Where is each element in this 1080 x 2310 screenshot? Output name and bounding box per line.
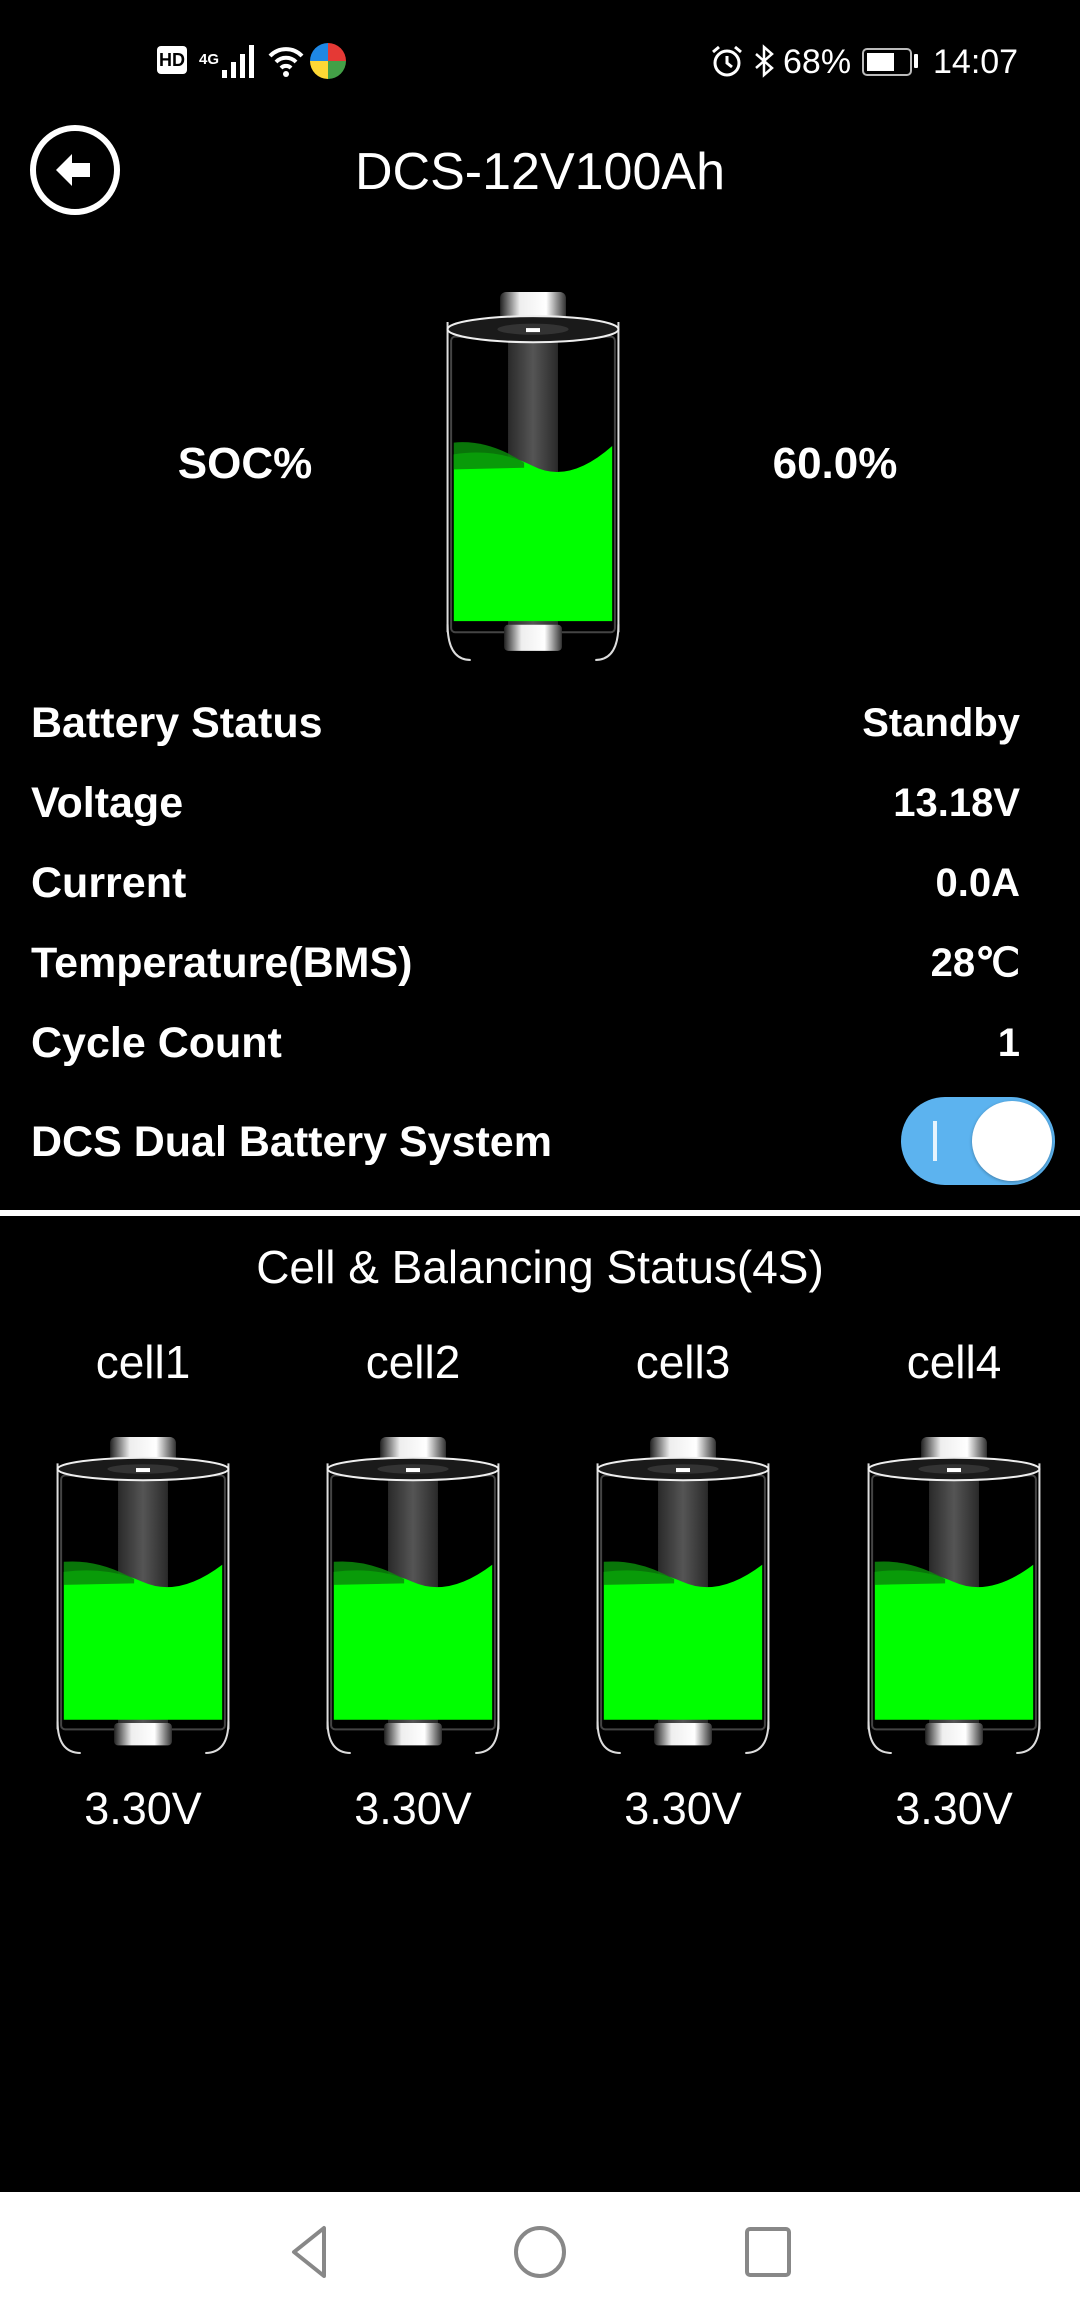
soc-battery-gauge bbox=[444, 290, 622, 662]
info-row-label: Current bbox=[31, 859, 187, 907]
soc-value: 60.0% bbox=[772, 439, 898, 488]
cell-battery-gauge bbox=[594, 1435, 772, 1755]
toggle-on-mark bbox=[933, 1121, 937, 1161]
battery-fill bbox=[603, 1564, 763, 1720]
battery-fill bbox=[874, 1564, 1034, 1720]
network-type-label: 4G bbox=[199, 51, 220, 68]
page-title: DCS-12V100Ah bbox=[355, 143, 725, 201]
cell-voltage: 3.30V bbox=[354, 1783, 472, 1834]
wifi-icon bbox=[268, 44, 304, 78]
clock: 14:07 bbox=[933, 43, 1019, 81]
cell-battery-gauge bbox=[324, 1435, 502, 1755]
home-circle-icon bbox=[514, 2226, 566, 2278]
info-row-value: 0.0A bbox=[935, 861, 1021, 905]
cells-section-title: Cell & Balancing Status(4S) bbox=[256, 1241, 824, 1293]
battery-graphic bbox=[56, 1437, 230, 1754]
battery-graphic bbox=[596, 1437, 770, 1754]
battery-fill bbox=[63, 1564, 223, 1720]
dual-battery-label: DCS Dual Battery System bbox=[31, 1118, 552, 1166]
battery-icon-tip bbox=[914, 54, 918, 68]
dual-battery-toggle[interactable] bbox=[901, 1097, 1055, 1185]
nav-recents-button[interactable] bbox=[738, 2222, 798, 2282]
hd-icon: HD bbox=[157, 46, 187, 74]
app-notification-icon bbox=[310, 43, 346, 79]
cell-battery-gauge bbox=[865, 1435, 1043, 1755]
info-row-label: Battery Status bbox=[31, 699, 323, 747]
cell-name: cell1 bbox=[95, 1336, 191, 1388]
section-divider bbox=[0, 1210, 1080, 1216]
battery-graphic bbox=[326, 1437, 500, 1754]
battery-icon bbox=[862, 48, 912, 76]
signal-icon bbox=[222, 44, 256, 78]
info-row-label: Voltage bbox=[31, 779, 184, 827]
alarm-icon bbox=[710, 44, 744, 78]
info-row-label: Temperature(BMS) bbox=[31, 939, 413, 987]
cell-voltage: 3.30V bbox=[84, 1783, 202, 1834]
battery-icon-level bbox=[867, 53, 894, 71]
toggle-knob bbox=[972, 1101, 1052, 1181]
cell-battery-gauge bbox=[54, 1435, 232, 1755]
nav-home-button[interactable] bbox=[510, 2222, 570, 2282]
recents-square-icon bbox=[745, 2227, 791, 2277]
system-nav-bar bbox=[0, 2192, 1080, 2310]
cell-voltage: 3.30V bbox=[895, 1783, 1013, 1834]
info-row-label: Cycle Count bbox=[31, 1019, 282, 1067]
cell-name: cell4 bbox=[906, 1336, 1002, 1388]
cell-name: cell2 bbox=[365, 1336, 461, 1388]
battery-fill bbox=[453, 445, 613, 622]
bluetooth-icon bbox=[752, 44, 776, 78]
back-triangle-icon bbox=[292, 2226, 326, 2278]
battery-graphic bbox=[867, 1437, 1041, 1754]
battery-percent: 68% bbox=[783, 43, 852, 81]
nav-back-button[interactable] bbox=[282, 2222, 342, 2282]
battery-fill bbox=[333, 1564, 493, 1720]
battery-graphic bbox=[446, 292, 620, 661]
info-row-value: 1 bbox=[997, 1021, 1020, 1065]
info-row-value: Standby bbox=[862, 701, 1020, 745]
cell-name: cell3 bbox=[635, 1336, 731, 1388]
info-row-value: 28℃ bbox=[930, 941, 1020, 985]
cell-voltage: 3.30V bbox=[624, 1783, 742, 1834]
soc-label: SOC% bbox=[177, 439, 313, 488]
info-row-value: 13.18V bbox=[893, 781, 1020, 825]
